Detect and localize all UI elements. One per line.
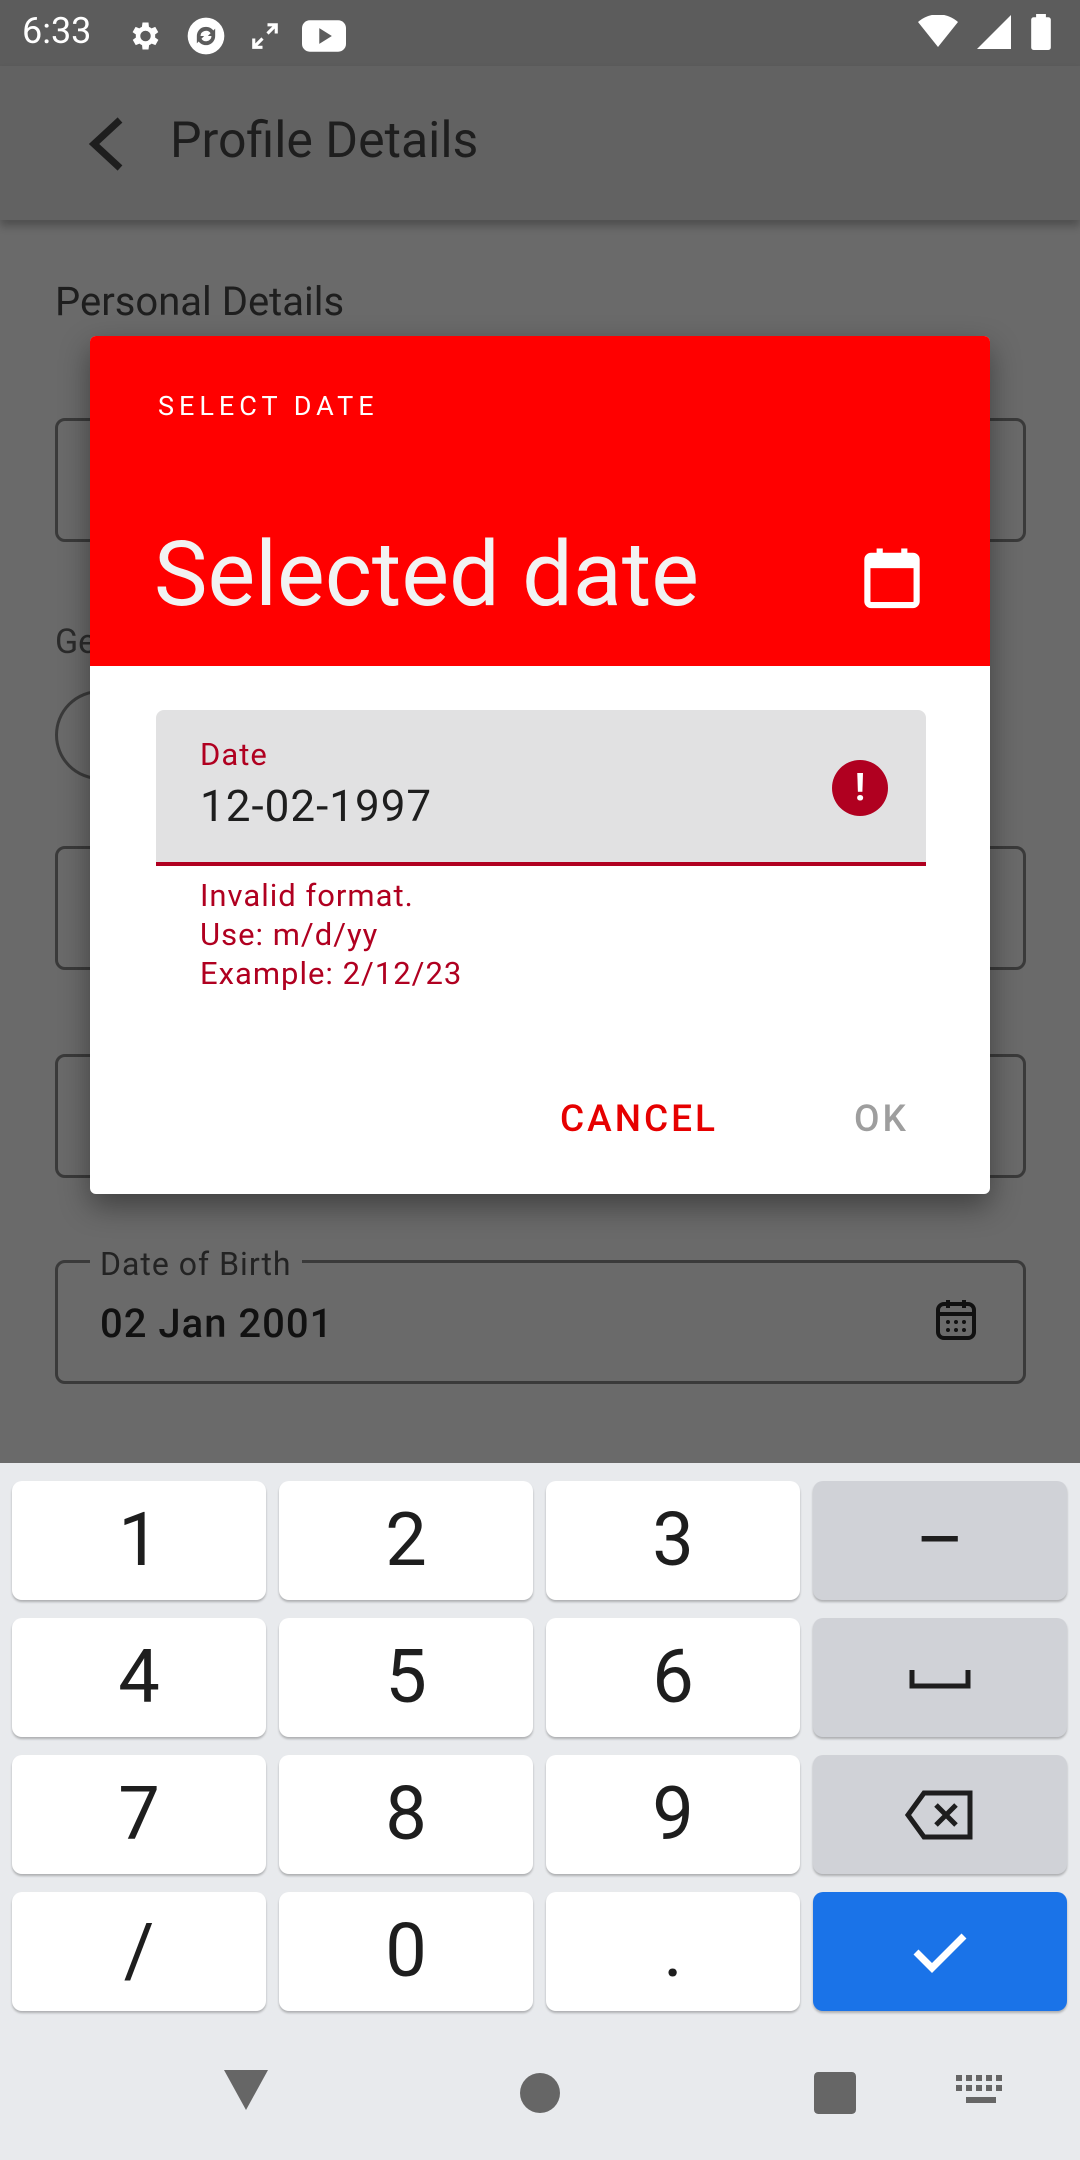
expand-icon xyxy=(252,23,278,49)
dialog-headline: Selected date xyxy=(154,522,700,627)
status-icons xyxy=(126,14,346,58)
space-icon xyxy=(909,1669,971,1688)
numeric-keyboard: 1 2 3 – 4 5 6 7 8 9 / 0 . xyxy=(0,1463,1080,2160)
gear-icon xyxy=(132,22,159,50)
key-5[interactable]: 5 xyxy=(279,1618,533,1737)
calendar-icon[interactable] xyxy=(932,1296,980,1344)
ok-button[interactable]: OK xyxy=(854,1098,909,1141)
error-line: Use: m/d/yy xyxy=(200,916,379,953)
section-title: Personal Details xyxy=(55,278,345,325)
app-bar xyxy=(0,66,1080,220)
sync-icon xyxy=(187,17,225,55)
key-slash[interactable]: / xyxy=(12,1892,266,2011)
error-message: Invalid format. Use: m/d/yy Example: 2/1… xyxy=(200,876,462,993)
status-time: 6:33 xyxy=(22,10,92,52)
key-0[interactable]: 0 xyxy=(279,1892,533,2011)
page-title: Profile Details xyxy=(170,112,479,170)
battery-icon xyxy=(1031,14,1051,50)
key-1[interactable]: 1 xyxy=(12,1481,266,1600)
key-7[interactable]: 7 xyxy=(12,1755,266,1874)
youtube-icon xyxy=(302,20,346,52)
key-minus[interactable]: – xyxy=(813,1481,1067,1600)
key-4[interactable]: 4 xyxy=(12,1618,266,1737)
nav-recents-icon[interactable] xyxy=(814,2072,856,2114)
cancel-button[interactable]: CANCEL xyxy=(560,1098,718,1141)
dob-value: 02 Jan 2001 xyxy=(100,1300,334,1347)
dob-label: Date of Birth xyxy=(90,1245,302,1283)
backspace-icon xyxy=(904,1790,973,1839)
date-input-field[interactable]: Date 12-02-1997 ! xyxy=(156,710,926,866)
keyboard-switch-icon[interactable] xyxy=(956,2075,1006,2109)
back-arrow-icon[interactable] xyxy=(84,114,128,174)
error-line: Example: 2/12/23 xyxy=(200,955,463,992)
wifi-icon xyxy=(918,15,958,47)
calendar-toggle-icon[interactable] xyxy=(862,546,922,610)
checkmark-icon xyxy=(913,1933,967,1973)
space-key[interactable] xyxy=(813,1618,1067,1737)
date-picker-dialog: SELECT DATE Selected date Date 12-02-199… xyxy=(90,336,990,1194)
date-input-label: Date xyxy=(200,736,268,773)
key-3[interactable]: 3 xyxy=(546,1481,800,1600)
nav-home-icon[interactable] xyxy=(518,2071,562,2115)
key-8[interactable]: 8 xyxy=(279,1755,533,1874)
enter-key[interactable] xyxy=(813,1892,1067,2011)
error-line: Invalid format. xyxy=(200,877,414,914)
date-input-value[interactable]: 12-02-1997 xyxy=(200,780,432,832)
key-period[interactable]: . xyxy=(546,1892,800,2011)
status-right-icons xyxy=(918,14,1052,50)
key-6[interactable]: 6 xyxy=(546,1618,800,1737)
nav-back-icon[interactable] xyxy=(222,2068,270,2112)
dialog-caption: SELECT DATE xyxy=(158,390,379,422)
backspace-key[interactable] xyxy=(813,1755,1067,1874)
key-9[interactable]: 9 xyxy=(546,1755,800,1874)
signal-icon xyxy=(977,15,1011,49)
dialog-header: SELECT DATE Selected date xyxy=(90,336,990,666)
key-2[interactable]: 2 xyxy=(279,1481,533,1600)
error-icon: ! xyxy=(832,760,888,816)
